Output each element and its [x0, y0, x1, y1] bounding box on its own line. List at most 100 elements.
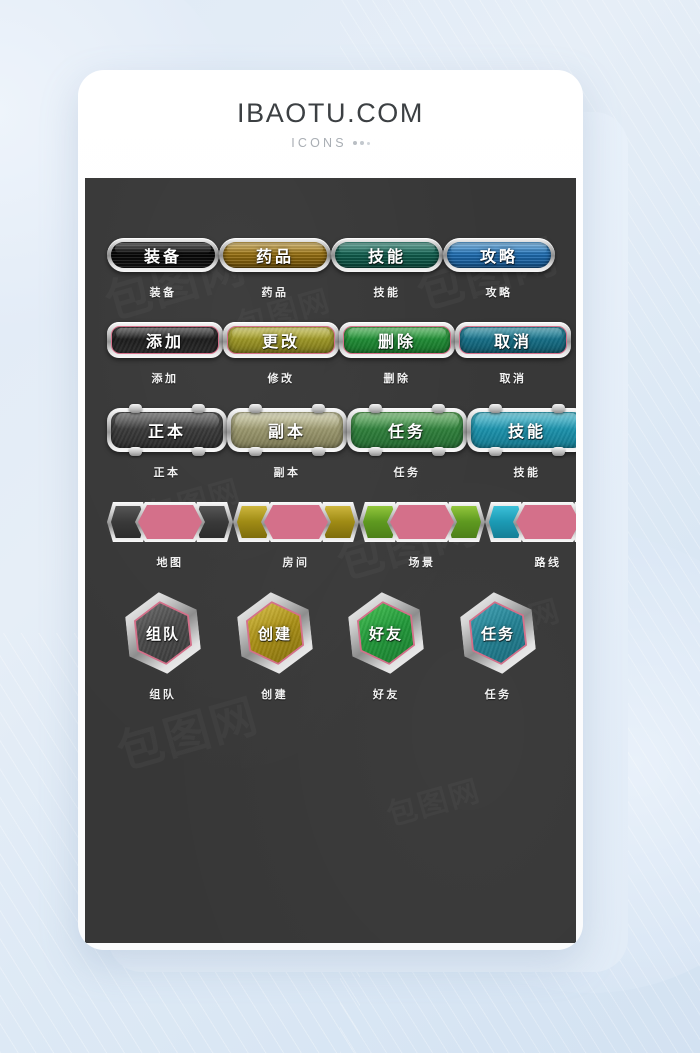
button-modify[interactable]: 更改	[223, 322, 339, 358]
icon-caption: 装备	[149, 287, 177, 299]
icon-cell[interactable]: 好友 好友	[331, 592, 443, 702]
icon-cell[interactable]: 正本 正本	[107, 404, 227, 480]
button-skill-tab[interactable]: 技能	[467, 404, 576, 456]
tab-nub-icon	[312, 447, 325, 456]
page-title: IBAOTU.COM	[236, 98, 424, 128]
button-label: 创建	[257, 625, 292, 643]
icon-caption: 场景	[408, 557, 436, 569]
icon-row-rounded: 添加 添加 更改 修改 删除 删除 取消 取消	[107, 322, 571, 386]
icon-cell[interactable]: 房间 房间	[233, 502, 359, 570]
button-label: 技能	[367, 249, 406, 266]
icon-cell[interactable]: 更改 修改	[223, 322, 339, 386]
button-cancel[interactable]: 取消	[455, 322, 571, 358]
icon-cell[interactable]: 路线 路线	[485, 502, 576, 570]
button-scene[interactable]: 场景	[359, 502, 485, 542]
icon-cell[interactable]: 添加 添加	[107, 322, 223, 386]
button-mission[interactable]: 任务	[459, 592, 537, 674]
tab-nub-icon	[552, 404, 565, 413]
button-label: 删除	[377, 334, 416, 351]
button-skill[interactable]: 技能	[331, 238, 443, 272]
tab-nub-icon	[432, 447, 445, 456]
button-label: 更改	[261, 334, 300, 351]
icon-caption: 副本	[273, 467, 301, 479]
button-label: 技能	[507, 424, 546, 441]
button-room[interactable]: 房间	[233, 502, 359, 542]
tab-nub-icon	[369, 404, 382, 413]
icon-caption: 组队	[149, 689, 177, 701]
icon-cell[interactable]: 取消 取消	[455, 322, 571, 386]
icon-cell[interactable]: 技能 技能	[331, 238, 443, 300]
icon-caption: 路线	[534, 557, 562, 569]
icon-caption: 技能	[513, 467, 541, 479]
button-label: 好友	[369, 625, 404, 643]
button-main-dungeon[interactable]: 正本	[107, 404, 227, 456]
tab-nub-icon	[432, 404, 445, 413]
icon-cell[interactable]: 组队 组队	[107, 592, 219, 702]
preview-card: IBAOTU.COM ICONS 包图网 包图网 包图网 包图网 包图网 包图网…	[78, 70, 583, 950]
icon-cell[interactable]: 任务 任务	[442, 592, 554, 702]
dots-icon	[352, 141, 370, 145]
icon-showcase-panel: 包图网 包图网 包图网 包图网 包图网 包图网 包图网 包图网 装备 装备	[85, 178, 576, 943]
icon-row-pill: 装备 装备 药品 药品 技能 技能 攻略 攻略	[107, 238, 555, 300]
button-label: 攻略	[479, 249, 518, 266]
tab-nub-icon	[489, 447, 502, 456]
button-label: 装备	[143, 249, 182, 266]
button-quest[interactable]: 任务	[347, 404, 467, 456]
button-label: 取消	[493, 334, 532, 351]
icon-caption: 添加	[151, 373, 179, 385]
button-label: 副本	[267, 424, 306, 441]
icon-caption: 正本	[153, 467, 181, 479]
tab-nub-icon	[192, 447, 205, 456]
tab-nub-icon	[312, 404, 325, 413]
button-strategy[interactable]: 攻略	[443, 238, 555, 272]
button-sub-dungeon[interactable]: 副本	[227, 404, 347, 456]
icon-caption: 房间	[282, 557, 310, 569]
button-label: 任务	[387, 424, 426, 441]
icon-cell[interactable]: 技能 技能	[467, 404, 576, 480]
button-medicine[interactable]: 药品	[219, 238, 331, 272]
watermark: 包图网	[381, 766, 485, 835]
icon-caption: 药品	[261, 287, 289, 299]
tab-nub-icon	[369, 447, 382, 456]
icon-cell[interactable]: 创建 创建	[219, 592, 331, 702]
button-team[interactable]: 组队	[124, 592, 202, 674]
icon-caption: 任务	[393, 467, 421, 479]
button-label: 正本	[147, 424, 186, 441]
button-delete[interactable]: 删除	[339, 322, 455, 358]
icon-caption: 好友	[372, 689, 400, 701]
icon-cell[interactable]: 任务 任务	[347, 404, 467, 480]
button-label: 组队	[145, 625, 180, 643]
icon-caption: 删除	[383, 373, 411, 385]
icon-cell[interactable]: 删除 删除	[339, 322, 455, 386]
button-create[interactable]: 创建	[236, 592, 314, 674]
icon-cell[interactable]: 攻略 攻略	[443, 238, 555, 300]
icon-cell[interactable]: 装备 装备	[107, 238, 219, 300]
icon-caption: 取消	[499, 373, 527, 385]
icon-row-hexband: 地图 地图 房间	[107, 502, 576, 570]
page-subtitle: ICONS	[291, 136, 347, 150]
icon-cell[interactable]: 副本 副本	[227, 404, 347, 480]
icon-cell[interactable]: 地图 地图	[107, 502, 233, 570]
tab-nub-icon	[129, 447, 142, 456]
button-add[interactable]: 添加	[107, 322, 223, 358]
icon-caption: 攻略	[485, 287, 513, 299]
card-header: IBAOTU.COM ICONS	[78, 70, 583, 178]
icon-caption: 技能	[373, 287, 401, 299]
icon-row-hexbadge: 组队 组队 创建 创建 好友 好友 任务 任务	[107, 592, 554, 702]
icon-caption: 修改	[267, 373, 295, 385]
button-friends[interactable]: 好友	[347, 592, 425, 674]
icon-cell[interactable]: 场景 场景	[359, 502, 485, 570]
tab-nub-icon	[489, 404, 502, 413]
icon-caption: 创建	[261, 689, 289, 701]
icon-cell[interactable]: 药品 药品	[219, 238, 331, 300]
tab-nub-icon	[552, 447, 565, 456]
button-route[interactable]: 路线	[485, 502, 576, 542]
tab-nub-icon	[249, 404, 262, 413]
subtitle-row: ICONS	[291, 136, 370, 150]
icon-row-tabbed: 正本 正本 副本 副本 任务 任务 技能 技能	[107, 404, 576, 480]
button-equipment[interactable]: 装备	[107, 238, 219, 272]
button-map[interactable]: 地图	[107, 502, 233, 542]
tab-nub-icon	[129, 404, 142, 413]
icon-caption: 任务	[484, 689, 512, 701]
button-label: 药品	[255, 249, 294, 266]
